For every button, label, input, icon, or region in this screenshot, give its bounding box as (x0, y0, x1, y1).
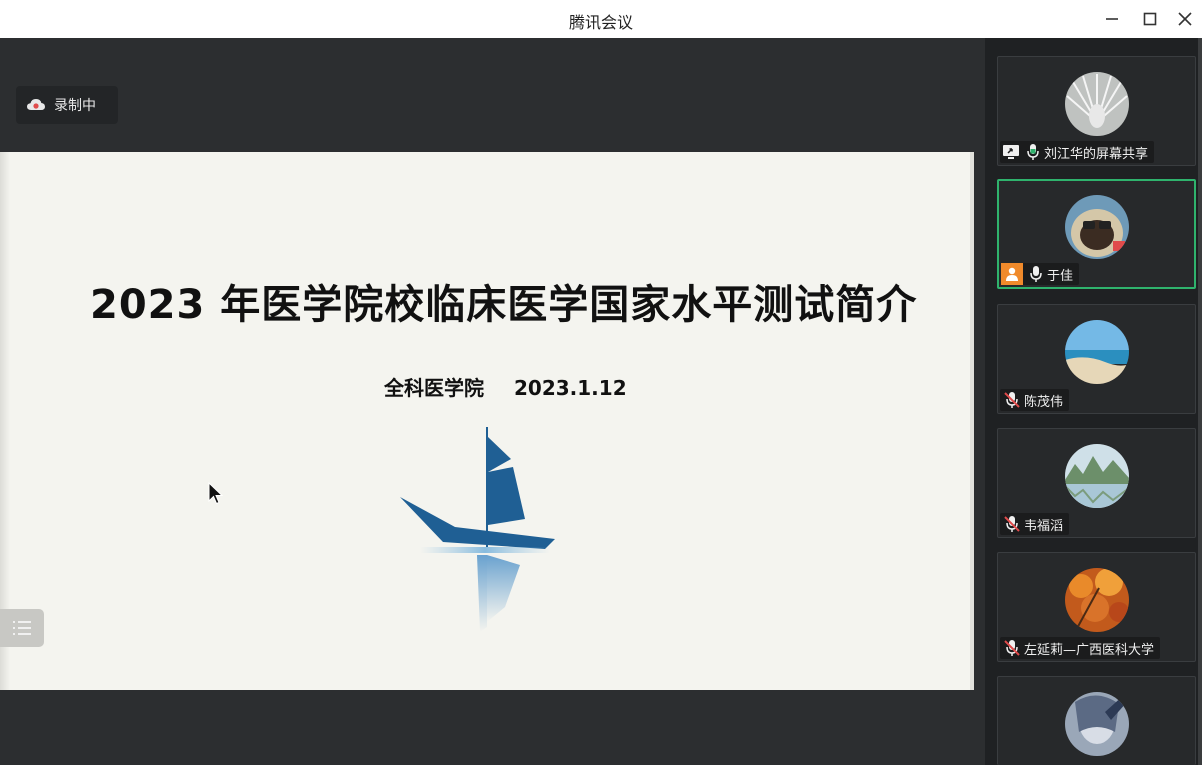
participant-tile[interactable]: 韦福滔 (997, 428, 1196, 538)
slide-subtitle-date: 2023.1.12 (514, 376, 627, 400)
cloud-record-icon (26, 98, 46, 112)
participant-nametag: 刘江华的屏幕共享 (1000, 141, 1155, 163)
participant-name: 韦福滔 (1024, 518, 1064, 534)
microphone-muted-icon (1004, 515, 1020, 533)
mouse-pointer-icon (208, 482, 224, 505)
presentation-slide: 2023 年医学院校临床医学国家水平测试简介 全科医学院 2023.1.12 (0, 152, 974, 690)
close-icon (1178, 12, 1192, 26)
microphone-muted-icon (1004, 391, 1020, 409)
participant-name: 于佳 (1047, 268, 1074, 284)
recording-indicator[interactable]: 录制中 (16, 86, 118, 124)
window-titlebar: 腾讯会议 (0, 0, 1202, 38)
slide-right-edge (970, 152, 974, 690)
slide-subtitle-org: 全科医学院 (384, 376, 484, 400)
participant-nametag: 韦福滔 (1000, 513, 1070, 535)
participant-name: 左延莉—广西医科大学 (1024, 642, 1155, 658)
microphone-icon (1026, 143, 1040, 161)
microphone-icon (1029, 265, 1043, 283)
recording-label: 录制中 (54, 98, 96, 114)
screen-share-icon (1002, 144, 1020, 160)
avatar (1065, 72, 1129, 136)
slide-list-button[interactable] (0, 609, 44, 647)
avatar (1065, 692, 1129, 756)
participant-nametag: 陈茂伟 (1000, 389, 1070, 411)
participant-tile[interactable] (997, 676, 1196, 765)
list-icon (13, 621, 31, 635)
sidebar-scrollbar[interactable] (1198, 38, 1202, 765)
slide-title: 2023 年医学院校临床医学国家水平测试简介 (90, 282, 918, 328)
user-role-icon (1001, 263, 1023, 285)
participant-name: 刘江华的屏幕共享 (1044, 146, 1149, 162)
avatar (1065, 444, 1129, 508)
participant-tile[interactable]: 于佳 (997, 179, 1196, 289)
shared-screen-area: 录制中 2023 年医学院校临床医学国家水平测试简介 全科医学院 2023.1.1… (0, 38, 985, 765)
maximize-icon (1143, 12, 1157, 26)
slide-subtitle: 全科医学院 2023.1.12 (384, 372, 627, 401)
participant-name: 陈茂伟 (1024, 394, 1064, 410)
participant-nametag: 于佳 (1001, 263, 1080, 285)
minimize-button[interactable] (1101, 9, 1123, 29)
close-button[interactable] (1174, 9, 1196, 29)
avatar (1065, 320, 1129, 384)
participant-nametag: 左延莉—广西医科大学 (1000, 637, 1161, 659)
window-title: 腾讯会议 (568, 13, 633, 32)
participant-tile[interactable]: 陈茂伟 (997, 304, 1196, 414)
microphone-muted-icon (1004, 639, 1020, 657)
avatar (1065, 568, 1129, 632)
participant-tile[interactable]: 左延莉—广西医科大学 (997, 552, 1196, 662)
sailboat-illustration (400, 427, 555, 632)
participant-tile[interactable]: 刘江华的屏幕共享 (997, 56, 1196, 166)
minimize-icon (1106, 18, 1118, 20)
maximize-button[interactable] (1139, 9, 1161, 29)
avatar (1065, 195, 1129, 259)
